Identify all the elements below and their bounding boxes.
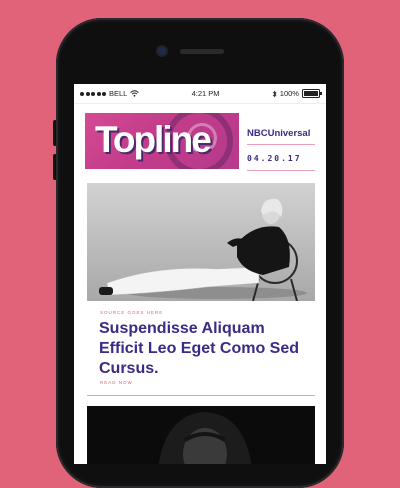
battery-fill <box>303 91 318 96</box>
hero-image[interactable] <box>87 183 315 301</box>
carrier-label: BELL <box>109 89 128 98</box>
article-source: SOURCE GOES HERE <box>100 310 164 315</box>
front-camera <box>158 47 166 55</box>
header-divider-top <box>247 144 315 145</box>
header-divider-bottom <box>247 170 315 171</box>
newsletter-header: Topline NBCUniversal 04.20.17 <box>74 104 326 176</box>
earpiece-speaker <box>180 49 224 54</box>
hero-photo-woman-seated <box>87 183 315 301</box>
issue-date: 04.20.17 <box>247 154 302 163</box>
signal-dots-icon <box>80 91 106 96</box>
topline-logo[interactable]: Topline <box>85 113 239 169</box>
status-bar: BELL 4:21 PM 100% <box>74 84 326 104</box>
photo-man-in-hood <box>87 406 315 464</box>
battery-icon <box>301 89 322 98</box>
second-article-image[interactable] <box>87 406 315 464</box>
article-headline[interactable]: Suspendisse Aliquam Efficit Leo Eget Com… <box>99 319 299 379</box>
read-now-link[interactable]: READ NOW <box>100 380 133 385</box>
phone-screen: BELL 4:21 PM 100% Topline NBCUniversal 0… <box>74 84 326 464</box>
bluetooth-icon <box>272 90 277 97</box>
logo-text: Topline <box>95 119 212 160</box>
battery-percent: 100% <box>279 89 299 98</box>
article-divider <box>87 395 315 396</box>
brand-name: NBCUniversal <box>247 128 311 139</box>
clock: 4:21 PM <box>191 89 220 98</box>
wifi-icon <box>130 90 140 97</box>
